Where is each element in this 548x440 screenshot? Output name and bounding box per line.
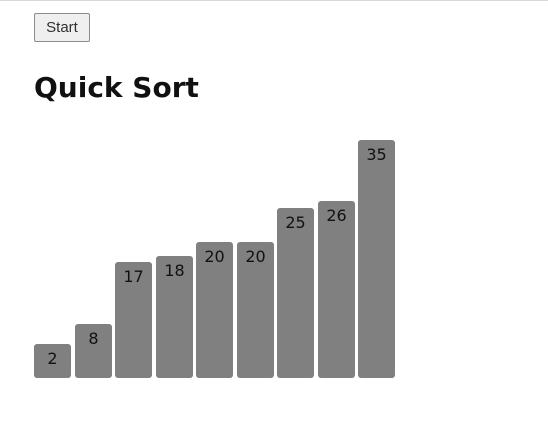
bar-value-label: 18 (164, 261, 185, 280)
bar-value-label: 8 (88, 329, 99, 348)
bar-value-label: 20 (204, 247, 225, 266)
bar-chart: 2 8 17 18 20 20 25 26 35 (34, 120, 414, 378)
page: Start Quick Sort 2 8 17 18 20 20 25 26 35 (0, 0, 548, 440)
bar-value-label: 26 (326, 206, 347, 225)
bar-value-label: 20 (245, 247, 266, 266)
bar-value-label: 35 (366, 145, 387, 164)
page-title: Quick Sort (34, 71, 199, 104)
bar-7: 26 (318, 201, 355, 378)
bar-value-label: 17 (123, 267, 144, 286)
top-divider (0, 0, 548, 1)
bar-6: 25 (277, 208, 314, 378)
bar-5: 20 (237, 242, 274, 378)
bar-3: 18 (156, 256, 193, 378)
bar-0: 2 (34, 344, 71, 378)
bar-1: 8 (75, 324, 112, 378)
bar-value-label: 25 (285, 213, 306, 232)
bar-4: 20 (196, 242, 233, 378)
bar-value-label: 2 (47, 349, 58, 368)
bar-2: 17 (115, 262, 152, 378)
bar-8: 35 (358, 140, 395, 378)
start-button[interactable]: Start (34, 13, 90, 42)
